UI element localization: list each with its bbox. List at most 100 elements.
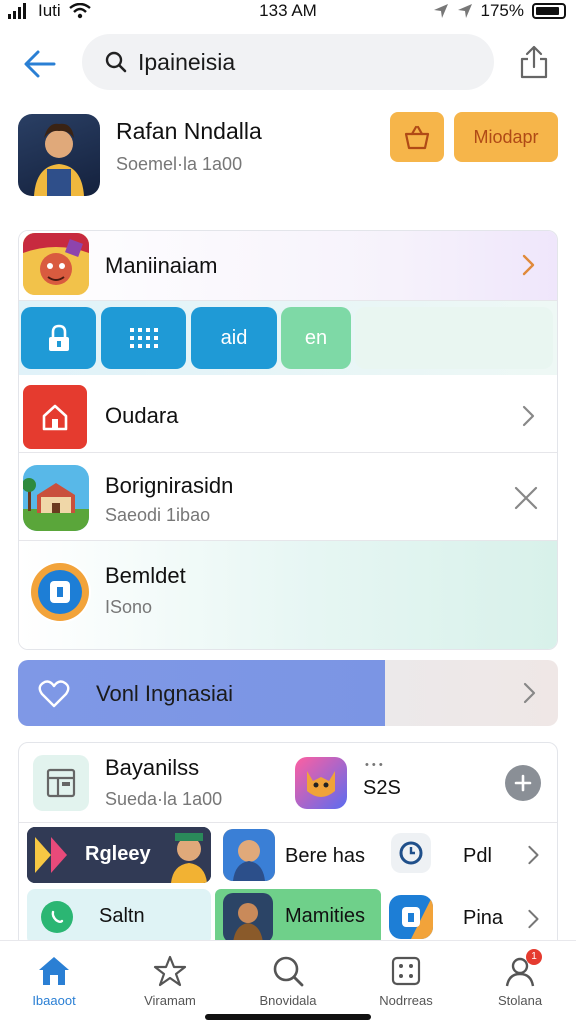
tile-icon (223, 893, 273, 943)
list-item-subtitle: Sueda·la 1a00 (105, 789, 223, 809)
list-item-title: Oudara (105, 403, 179, 428)
home-icon (39, 957, 69, 985)
chevron-right-icon (528, 845, 539, 865)
close-icon[interactable] (513, 485, 539, 511)
tab-home[interactable]: Ibaaoot (4, 953, 104, 1008)
count-badge: S2S (363, 777, 401, 799)
tab-label: Bnovidala (259, 993, 317, 1008)
tile-label: Saltn (99, 905, 145, 927)
list-item-title: Maniinaiam (105, 253, 218, 278)
game-app-icon (23, 233, 89, 295)
tile-label: Bere has (285, 845, 366, 867)
tab-favorites[interactable]: Viramam (120, 953, 220, 1008)
layout-icon (46, 768, 76, 798)
house-icon (42, 404, 68, 431)
back-arrow-icon (24, 50, 56, 78)
basket-button[interactable] (390, 112, 444, 162)
document-app-icon (33, 755, 89, 811)
list-item-bayanilss[interactable]: Bayanilss Sueda·la 1a00 • • • S2S (19, 743, 557, 823)
plus-icon (514, 774, 532, 792)
share-icon (520, 45, 548, 79)
list-item-borignirasidn[interactable]: Borignirasidn Saeodi 1ibao (19, 453, 557, 541)
banner-row[interactable]: Vonl Ingnasiai (18, 660, 558, 726)
tile-label: Pina (463, 907, 504, 929)
battery-percent: 175% (480, 1, 524, 20)
quick-row-empty-slot (355, 307, 553, 369)
tab-search[interactable]: Bnovidala (238, 953, 338, 1008)
home-app-icon (23, 385, 87, 449)
status-bar: Iuti 133 AM 175% (0, 0, 576, 24)
fox-app-icon (295, 757, 347, 809)
list-item-maniinaiam[interactable]: Maniinaiam (19, 231, 557, 301)
tile-rgleey[interactable]: Rgleey (27, 827, 211, 883)
share-button[interactable] (514, 42, 554, 82)
tab-label: Nodrreas (379, 993, 433, 1008)
status-right: 175% (433, 1, 566, 21)
tab-notes[interactable]: Nodrreas (356, 953, 456, 1008)
notification-badge: 1 (526, 949, 542, 965)
chevron-right-icon (528, 909, 539, 929)
tile-mamities[interactable]: Mamities (215, 889, 381, 945)
tile-icon (223, 829, 275, 881)
quick-en-button[interactable]: en (281, 307, 351, 369)
quick-grid-button[interactable] (101, 307, 186, 369)
profile-avatar[interactable] (18, 114, 100, 196)
grid-icon (391, 956, 421, 986)
tab-label: Viramam (144, 993, 196, 1008)
main-list-card: Maniinaiam aid en Oudara Borignirasidn S… (18, 230, 558, 650)
tile-label: Pdl (463, 845, 492, 867)
quick-aid-button[interactable]: aid (191, 307, 277, 369)
quick-lock-button[interactable] (21, 307, 96, 369)
list-item-subtitle: ISono (105, 597, 153, 617)
banner-title: Vonl Ingnasiai (96, 681, 233, 706)
tile-pina[interactable]: Pina (385, 889, 557, 945)
grid-icon (129, 328, 158, 348)
quick-actions-row: aid en (19, 301, 557, 375)
add-button[interactable] (505, 765, 541, 801)
tab-profile[interactable]: 1 Stolana (470, 949, 570, 1008)
back-button[interactable] (18, 42, 62, 86)
apps-card: Bayanilss Sueda·la 1a00 • • • S2S Rgleey… (18, 742, 558, 952)
header: Ipaineisia (0, 32, 576, 92)
list-item-title: Bemldet (105, 563, 186, 588)
tile-label: Mamities (285, 905, 366, 927)
shield-app-icon (29, 561, 91, 623)
tile-icon (389, 895, 433, 939)
clock-icon (399, 841, 423, 865)
list-item-title: Borignirasidn (105, 473, 234, 498)
tab-label: Ibaaoot (32, 993, 76, 1008)
home-indicator (205, 1014, 371, 1020)
tile-icon (391, 833, 431, 873)
heart-icon (38, 680, 70, 708)
search-icon (105, 51, 127, 73)
profile-subtitle: Soemel·la 1a00 (116, 154, 243, 174)
star-icon (153, 955, 187, 987)
tab-label: Stolana (497, 993, 543, 1008)
profile-name: Rafan Nndalla (116, 118, 262, 144)
list-item-subtitle: Saeodi 1ibao (105, 505, 211, 525)
search-query: Ipaineisia (138, 48, 236, 75)
location-icon (433, 4, 448, 18)
search-input[interactable]: Ipaineisia (82, 34, 494, 90)
house-photo-app-icon (23, 465, 89, 531)
tile-pdl[interactable]: Pdl (385, 827, 557, 883)
search-icon (273, 956, 304, 987)
battery-icon (532, 3, 566, 19)
lock-icon (48, 324, 69, 351)
avatar-illustration (34, 123, 84, 196)
list-item-bemldet[interactable]: Bemldet ISono (19, 541, 557, 649)
tile-bere-has[interactable]: Bere has (215, 827, 381, 883)
tile-label: Rgleey (85, 843, 151, 865)
chevron-right-icon (522, 405, 535, 427)
list-item-title: Bayanilss (105, 755, 200, 780)
primary-action-button[interactable]: Miodapr (454, 112, 558, 162)
whatsapp-icon (41, 901, 73, 933)
list-item-oudara[interactable]: Oudara (19, 377, 557, 453)
tile-saltn[interactable]: Saltn (27, 889, 211, 945)
tab-bar: Ibaaoot Viramam Bnovidala Nodrreas 1 Sto (0, 940, 576, 1024)
profile-section: Rafan Nndalla Soemel·la 1a00 Miodapr (18, 112, 558, 200)
navigation-icon (457, 4, 472, 18)
chevron-right-icon (523, 682, 536, 704)
chevron-right-icon (522, 254, 535, 276)
more-dots[interactable]: • • • (365, 759, 383, 771)
